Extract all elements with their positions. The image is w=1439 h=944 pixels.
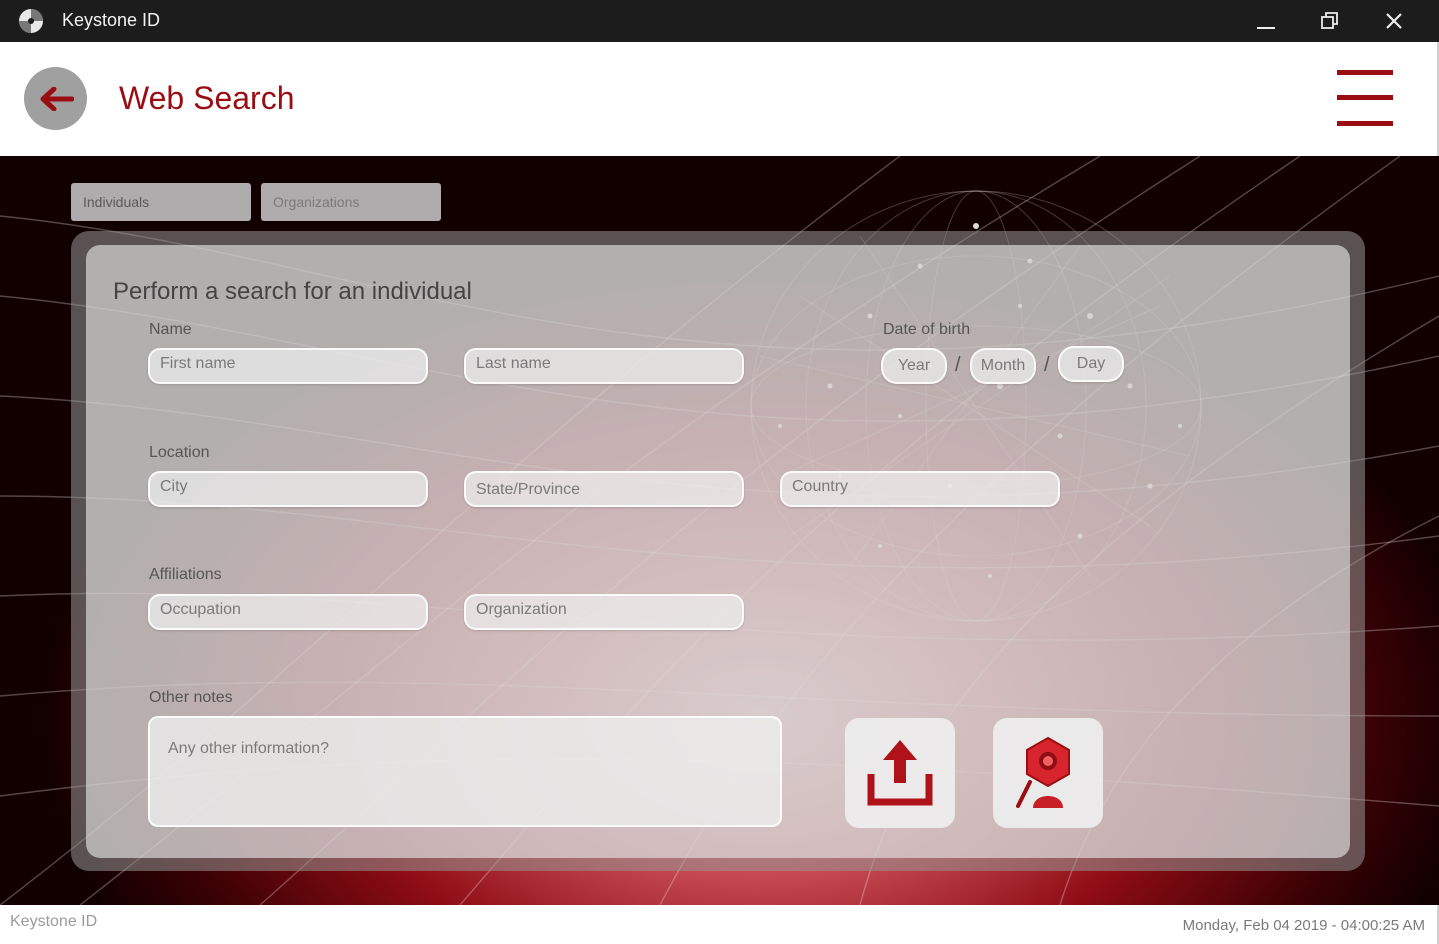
last-name-input[interactable]: Last name — [464, 348, 744, 384]
form-heading: Perform a search for an individual — [113, 278, 472, 305]
hamburger-bar — [1337, 70, 1393, 75]
search-profile-icon — [1016, 736, 1070, 808]
window-title: Keystone ID — [62, 10, 161, 30]
upload-button[interactable] — [845, 718, 955, 828]
city-input[interactable]: City — [148, 471, 428, 507]
restore-icon — [1321, 12, 1338, 29]
app-logo-icon — [19, 9, 43, 33]
page-header: Web Search — [0, 42, 1439, 156]
hamburger-bar — [1337, 121, 1393, 126]
close-icon — [1386, 13, 1402, 29]
state-province-input[interactable]: State/Province — [464, 471, 744, 507]
date-separator: / — [1044, 354, 1050, 376]
date-separator: / — [955, 354, 961, 376]
occupation-input[interactable]: Occupation — [148, 594, 428, 630]
country-input[interactable]: Country — [780, 471, 1060, 507]
other-notes-label: Other notes — [149, 689, 233, 706]
status-datetime: Monday, Feb 04 2019 - 04:00:25 AM — [1182, 917, 1425, 934]
title-bar: Keystone ID — [0, 0, 1439, 42]
tab-organizations[interactable]: Organizations — [261, 183, 441, 221]
upload-icon — [867, 740, 933, 806]
arrow-left-icon — [40, 86, 74, 111]
minimize-button[interactable] — [1234, 0, 1298, 42]
page-title: Web Search — [119, 80, 295, 116]
search-button[interactable] — [993, 718, 1103, 828]
other-notes-textarea[interactable]: Any other information? — [148, 716, 782, 827]
tab-individuals[interactable]: Individuals — [71, 183, 251, 221]
close-button[interactable] — [1362, 0, 1426, 42]
restore-button[interactable] — [1298, 0, 1362, 42]
birth-month-input[interactable]: Month — [970, 348, 1036, 384]
organization-input[interactable]: Organization — [464, 594, 744, 630]
hamburger-menu-button[interactable] — [1330, 67, 1400, 131]
minimize-icon — [1257, 27, 1275, 29]
back-button[interactable] — [24, 67, 87, 130]
status-app-name: Keystone ID — [10, 913, 98, 930]
first-name-input[interactable]: First name — [148, 348, 428, 384]
location-label: Location — [149, 444, 210, 461]
app-window: Keystone ID Web Search Individuals Organ… — [0, 0, 1439, 944]
birth-day-input[interactable]: Day — [1058, 346, 1124, 382]
status-bar: Keystone ID Monday, Feb 04 2019 - 04:00:… — [0, 905, 1439, 944]
birth-year-input[interactable]: Year — [881, 348, 947, 384]
hamburger-bar — [1337, 95, 1393, 100]
name-label: Name — [149, 321, 192, 338]
date-of-birth-label: Date of birth — [883, 321, 971, 338]
affiliations-label: Affiliations — [149, 566, 222, 583]
